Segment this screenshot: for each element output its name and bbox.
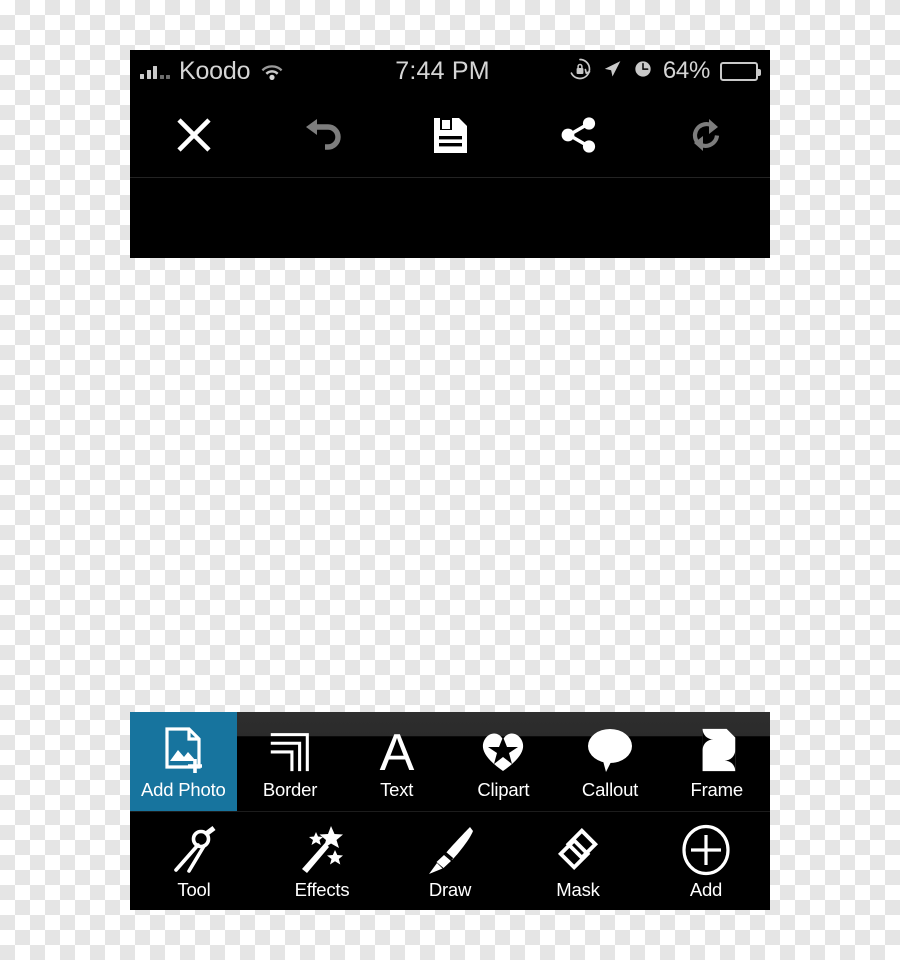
speech-bubble-icon <box>588 729 633 772</box>
tool-label: Effects <box>294 879 350 900</box>
tool-item-add-photo[interactable]: Add Photo <box>130 712 237 811</box>
text-letter-a-icon: A <box>371 722 423 778</box>
tool-label: Text <box>380 779 414 800</box>
rotation-lock-icon <box>568 57 592 86</box>
tool-item-clipart[interactable]: Clipart <box>450 712 557 811</box>
editor-top-panel: Koodo 7:44 PM 64% <box>130 50 770 258</box>
redo-button[interactable] <box>642 92 770 177</box>
undo-button[interactable] <box>258 92 386 177</box>
tool-label: Callout <box>581 779 639 800</box>
tool-label: Add <box>689 879 723 900</box>
battery-percent-label: 64% <box>662 57 710 84</box>
paintbrush-icon <box>424 822 476 878</box>
location-arrow-icon <box>602 58 623 84</box>
tool-label: Mask <box>556 879 600 900</box>
battery-icon <box>720 61 761 81</box>
share-button[interactable] <box>514 92 642 177</box>
alarm-clock-icon <box>633 59 653 84</box>
tool-item-add[interactable]: Add <box>642 812 770 910</box>
tool-label: Tool <box>177 879 211 900</box>
border-corner-icon <box>265 722 315 778</box>
tool-label: Add Photo <box>141 779 226 800</box>
plus-circle-icon <box>680 822 732 878</box>
svg-text:A: A <box>379 724 414 776</box>
tool-item-text[interactable]: A Text <box>343 712 450 811</box>
tool-row-primary: Add Photo Border A Text Clipart Callout … <box>130 712 770 811</box>
tool-item-frame[interactable]: Frame <box>663 712 770 811</box>
status-bar-right: 64% <box>568 57 761 86</box>
tool-item-effects[interactable]: Effects <box>258 812 386 910</box>
status-bar: Koodo 7:44 PM 64% <box>130 50 770 92</box>
tool-item-draw[interactable]: Draw <box>386 812 514 910</box>
save-button[interactable] <box>386 92 514 177</box>
editor-toolbar <box>130 92 770 177</box>
heart-star-icon <box>477 722 529 778</box>
tool-item-tool[interactable]: Tool <box>130 812 258 910</box>
tool-item-callout[interactable]: Callout <box>557 712 664 811</box>
close-button[interactable] <box>130 92 258 177</box>
diamond-mask-icon <box>553 822 603 878</box>
tool-label: Clipart <box>477 779 530 800</box>
tool-item-border[interactable]: Border <box>237 712 344 811</box>
tool-label: Draw <box>428 879 472 900</box>
tool-label: Frame <box>690 779 743 800</box>
tool-label: Border <box>262 779 318 800</box>
compass-divider-icon <box>168 822 220 878</box>
magic-wand-icon <box>296 822 348 878</box>
frame-icon <box>692 722 742 778</box>
editor-bottom-toolbar: Add Photo Border A Text Clipart Callout … <box>130 712 770 910</box>
tool-row-secondary: Tool Effects Draw Mask Add <box>130 811 770 910</box>
add-photo-icon <box>157 722 209 778</box>
editor-canvas-area[interactable] <box>130 178 770 258</box>
tool-item-mask[interactable]: Mask <box>514 812 642 910</box>
